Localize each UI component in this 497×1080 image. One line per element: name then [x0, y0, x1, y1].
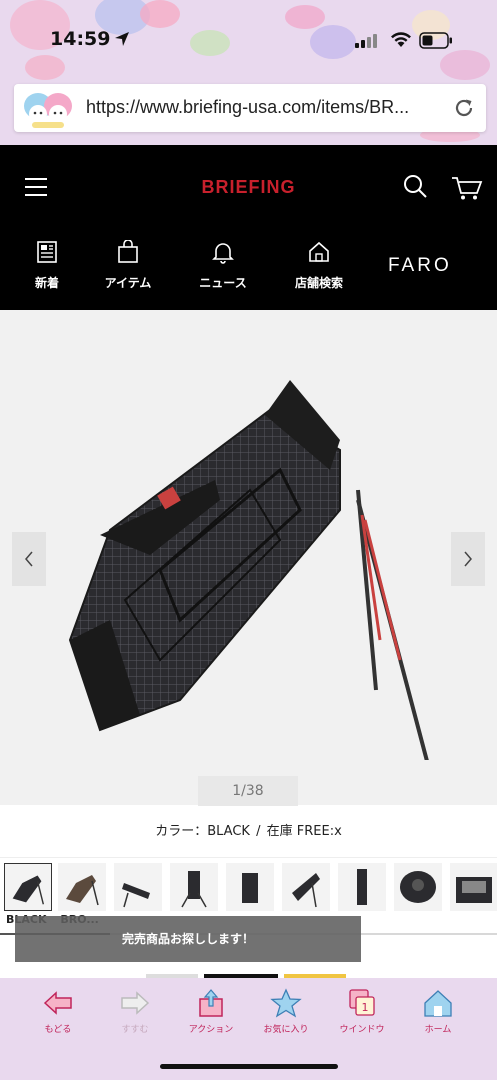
status-bar: 14:59	[0, 22, 497, 62]
nav-label: アイテム	[104, 276, 152, 290]
cart-icon[interactable]	[451, 175, 483, 201]
thumbnail-image	[292, 873, 320, 908]
status-time: 14:59	[50, 28, 111, 50]
store-icon	[309, 241, 329, 262]
sold-out-search-banner[interactable]: 完売商品お探しします！	[15, 916, 361, 962]
wifi-icon	[391, 32, 411, 47]
toolbar-label: もどる	[44, 1025, 72, 1035]
reload-icon[interactable]	[452, 96, 476, 120]
toolbar-label: ホーム	[424, 1025, 452, 1035]
stock-label: 在庫 FREE:x	[266, 824, 342, 839]
nav-item-store-search[interactable]: 店舗検索	[279, 240, 359, 291]
browser-top-area: 14:59 https://www.briefing-usa.com/items…	[0, 0, 497, 145]
back-arrow-icon	[43, 991, 72, 1015]
golf-bag-image	[68, 380, 429, 760]
forward-button[interactable]: すすむ	[95, 988, 175, 1035]
faro-link[interactable]: FARO	[388, 255, 452, 277]
nav-label: 店舗検索	[294, 276, 343, 290]
thumbnail[interactable]	[58, 863, 106, 911]
thumbnail-strip[interactable]	[0, 857, 497, 915]
separator: /	[256, 824, 261, 839]
chevron-left-icon	[25, 551, 33, 567]
thumbnail[interactable]	[282, 863, 330, 911]
previous-image-button[interactable]	[12, 532, 46, 586]
thumbnail[interactable]	[4, 863, 52, 911]
back-button[interactable]: もどる	[18, 988, 98, 1035]
thumbnail-image	[400, 871, 436, 903]
thumbnail-image	[12, 875, 45, 905]
home-icon	[424, 990, 452, 1017]
thumbnail-image	[357, 869, 367, 905]
battery-icon	[419, 32, 452, 49]
image-pager: 1/38	[198, 776, 298, 806]
thumbnail-image	[122, 883, 150, 908]
chevron-right-icon	[464, 551, 472, 567]
color-stock-line: カラー：BLACK / 在庫 FREE:x	[0, 820, 497, 839]
url-text[interactable]: https://www.briefing-usa.com/items/BR...	[86, 97, 446, 118]
news-paper-icon	[37, 241, 57, 263]
search-icon[interactable]	[402, 173, 428, 199]
site-avatar-icon	[24, 93, 72, 128]
thumbnail[interactable]	[450, 863, 497, 911]
thumbnail-image	[66, 875, 99, 906]
color-label: カラー：BLACK	[155, 824, 250, 839]
toolbar-label: すすむ	[121, 1025, 149, 1035]
site-nav: 新着 アイテム ニュース 店舗検索 FARO	[0, 240, 497, 300]
address-bar[interactable]: https://www.briefing-usa.com/items/BR...	[14, 84, 486, 132]
bell-icon	[212, 243, 234, 264]
nav-item-new[interactable]: 新着	[7, 240, 87, 291]
window-count: 1	[362, 1001, 369, 1014]
home-button[interactable]: ホーム	[398, 988, 478, 1035]
toolbar-label: ウインドウ	[339, 1025, 385, 1035]
thumbnail[interactable]	[394, 863, 442, 911]
site-header: BRIEFING 新着 アイテム ニュース 店舗検索 FARO	[0, 145, 497, 310]
toolbar-label: アクション	[188, 1025, 234, 1035]
nav-item-items[interactable]: アイテム	[88, 240, 168, 291]
action-button[interactable]: アクション	[171, 988, 251, 1035]
thumbnail-image	[242, 873, 258, 903]
share-icon	[199, 989, 223, 1017]
shopping-bag-icon	[118, 240, 138, 263]
thumbnail[interactable]	[226, 863, 274, 911]
thumbnail[interactable]	[170, 863, 218, 911]
favorites-button[interactable]: お気に入り	[246, 988, 326, 1035]
toolbar-label: お気に入り	[263, 1025, 309, 1035]
thumbnail[interactable]	[338, 863, 386, 911]
windows-icon: 1	[349, 989, 375, 1016]
thumbnail-image	[456, 877, 492, 903]
home-indicator[interactable]	[160, 1064, 338, 1069]
thumbnail[interactable]	[114, 863, 162, 911]
next-image-button[interactable]	[451, 532, 485, 586]
nav-item-news[interactable]: ニュース	[183, 240, 263, 291]
star-icon	[270, 988, 302, 1018]
nav-label: ニュース	[199, 276, 247, 290]
forward-arrow-icon	[121, 991, 150, 1015]
nav-label: 新着	[34, 276, 59, 290]
location-arrow-icon	[115, 32, 129, 46]
product-image-carousel[interactable]: 1/38	[0, 310, 497, 806]
windows-button[interactable]: 1 ウインドウ	[322, 988, 402, 1035]
cellular-signal-icon	[355, 34, 377, 48]
thumbnail-image	[181, 871, 207, 908]
